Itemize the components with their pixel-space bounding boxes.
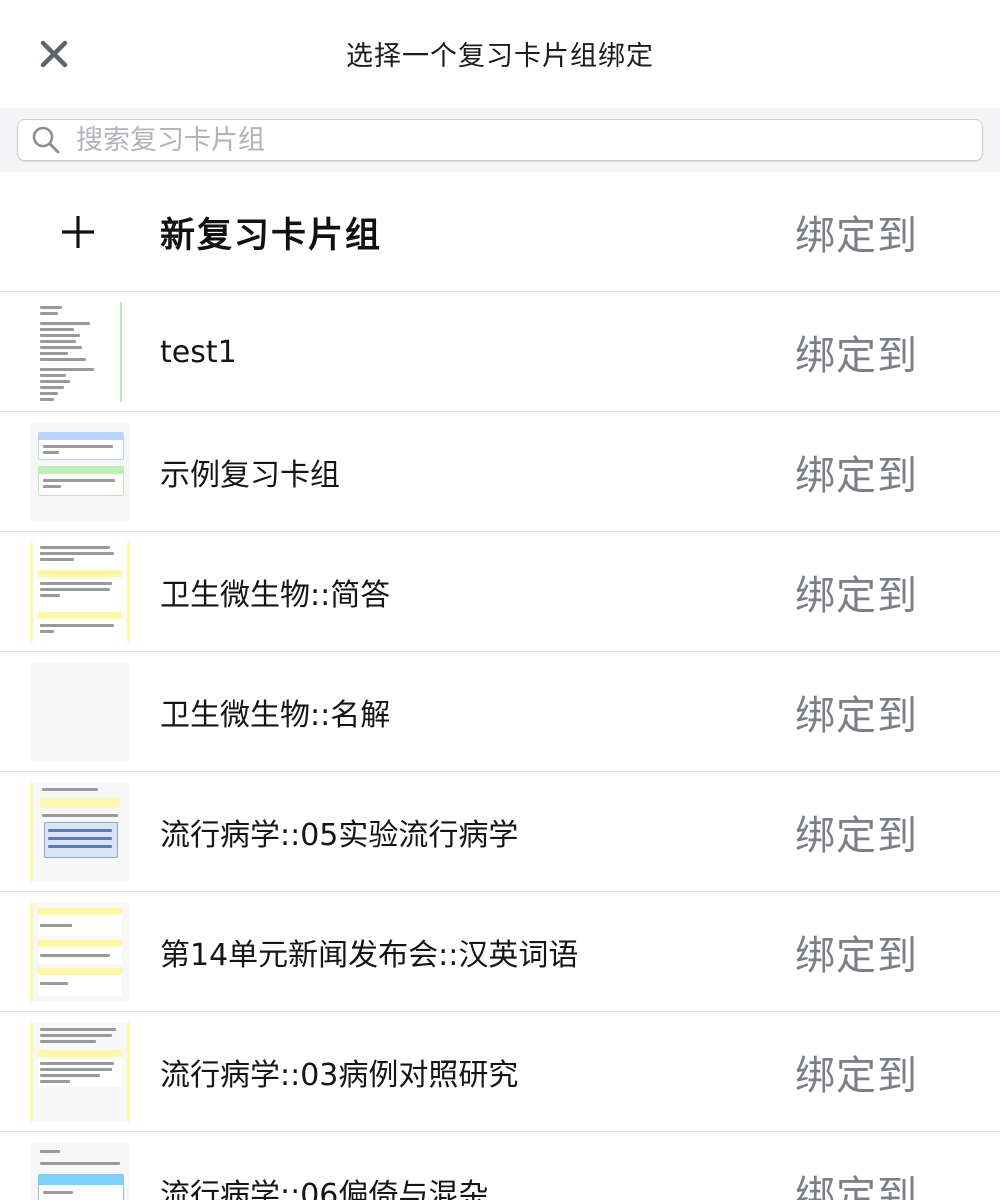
search-box[interactable] — [17, 119, 983, 161]
deck-name: 卫生微生物::简答 — [160, 578, 391, 613]
deck-thumbnail — [30, 422, 130, 522]
bind-button[interactable]: 绑定到 — [795, 292, 918, 412]
bind-button[interactable]: 绑定到 — [795, 892, 918, 1012]
deck-name: 示例复习卡组 — [160, 458, 340, 493]
plus-icon — [62, 216, 94, 248]
deck-name: 流行病学::03病例对照研究 — [160, 1058, 519, 1093]
deck-name: test1 — [160, 334, 237, 370]
deck-name: 第14单元新闻发布会::汉英词语 — [160, 938, 579, 973]
bind-button[interactable]: 绑定到 — [795, 772, 918, 892]
new-deck-label: 新复习卡片组 — [160, 215, 383, 256]
deck-name: 流行病学::06偏倚与混杂 — [160, 1178, 489, 1200]
deck-thumbnail — [30, 542, 130, 642]
deck-row[interactable]: 流行病学::06偏倚与混杂 绑定到 — [0, 1132, 1000, 1200]
deck-name: 卫生微生物::名解 — [160, 698, 391, 733]
deck-row[interactable]: 卫生微生物::名解 绑定到 — [0, 652, 1000, 772]
new-deck-row[interactable]: 新复习卡片组 绑定到 — [0, 172, 1000, 292]
deck-row[interactable]: 卫生微生物::简答 绑定到 — [0, 532, 1000, 652]
deck-row[interactable]: 流行病学::03病例对照研究 绑定到 — [0, 1012, 1000, 1132]
page-title: 选择一个复习卡片组绑定 — [346, 41, 654, 72]
header: 选择一个复习卡片组绑定 — [0, 0, 1000, 108]
deck-name: 流行病学::05实验流行病学 — [160, 818, 519, 853]
bind-button[interactable]: 绑定到 — [795, 172, 918, 292]
bind-button[interactable]: 绑定到 — [795, 532, 918, 652]
bind-button[interactable]: 绑定到 — [795, 1012, 918, 1132]
deck-row[interactable]: 流行病学::05实验流行病学 绑定到 — [0, 772, 1000, 892]
search-icon — [30, 124, 62, 156]
bind-button[interactable]: 绑定到 — [795, 412, 918, 532]
bind-button[interactable]: 绑定到 — [795, 652, 918, 772]
deck-thumbnail — [30, 1022, 130, 1122]
search-input[interactable] — [76, 124, 936, 156]
deck-picker-sheet: 选择一个复习卡片组绑定 新复习卡片组 绑定到 — [0, 0, 1000, 1200]
deck-row[interactable]: 示例复习卡组 绑定到 — [0, 412, 1000, 532]
deck-thumbnail — [30, 1142, 130, 1200]
deck-thumbnail — [30, 902, 130, 1002]
deck-thumbnail — [30, 782, 130, 882]
bind-button[interactable]: 绑定到 — [795, 1132, 918, 1200]
search-bar — [0, 108, 1000, 172]
deck-thumbnail — [30, 302, 130, 402]
deck-thumbnail — [30, 662, 130, 762]
deck-list: 新复习卡片组 绑定到 test1 绑定到 示例复习卡组 绑定到 卫生微生物::简… — [0, 172, 1000, 1200]
deck-row[interactable]: 第14单元新闻发布会::汉英词语 绑定到 — [0, 892, 1000, 1012]
deck-row[interactable]: test1 绑定到 — [0, 292, 1000, 412]
